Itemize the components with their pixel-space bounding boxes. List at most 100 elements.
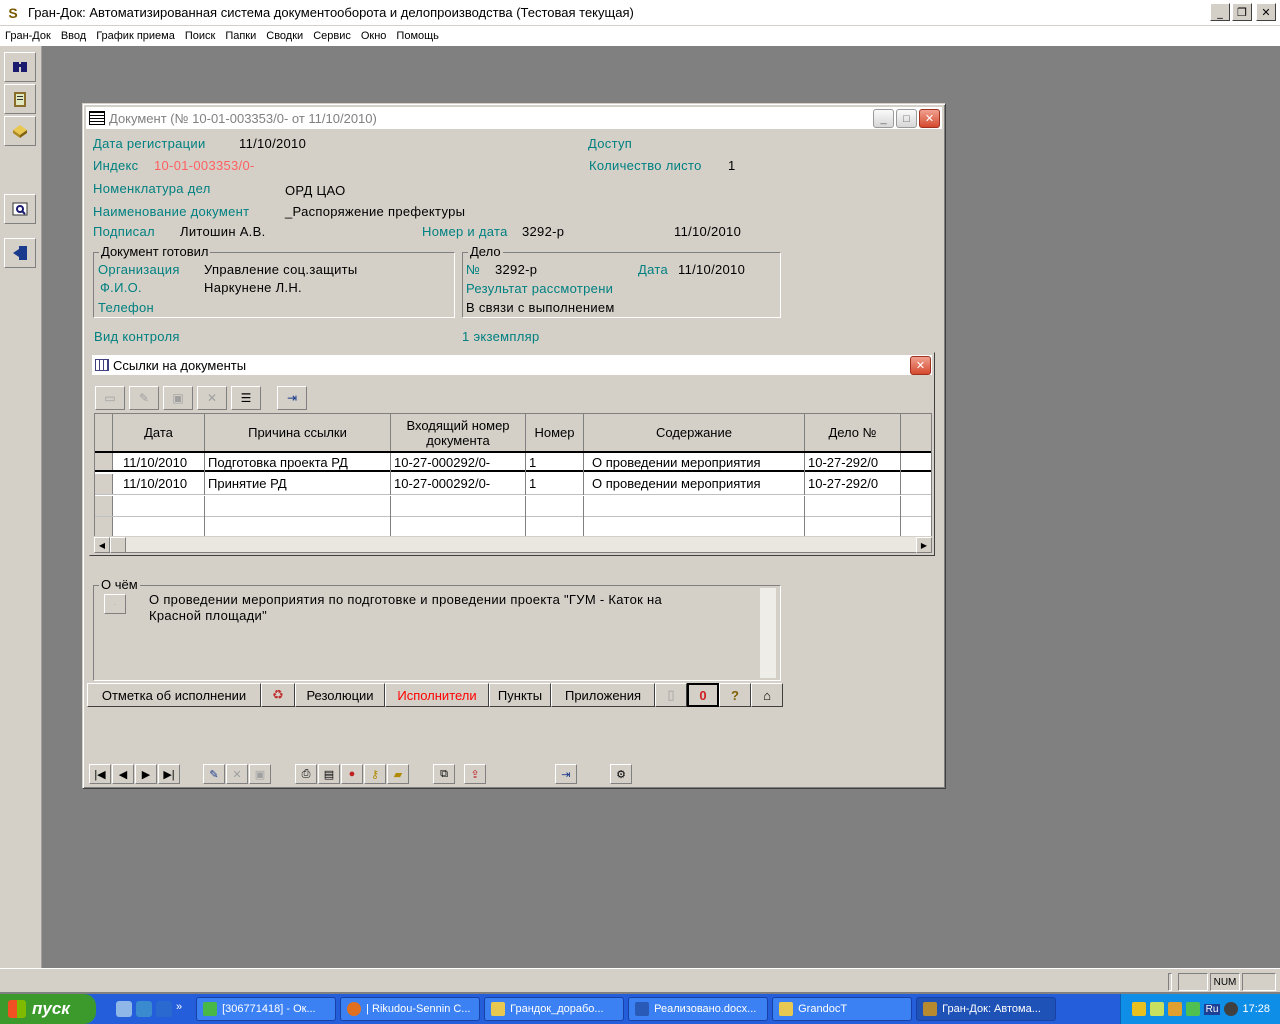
close-button[interactable]: ✕ <box>1256 3 1276 21</box>
desktop-icon[interactable] <box>116 1001 132 1017</box>
case-date-value[interactable]: 11/10/2010 <box>678 262 745 277</box>
task-button[interactable]: GrandocT <box>772 997 913 1021</box>
exit-button[interactable] <box>4 238 36 268</box>
task-button[interactable]: [306771418] - Ок... <box>196 997 337 1021</box>
user-button[interactable]: ● <box>341 764 363 784</box>
scroll-right-button[interactable]: ▶ <box>916 537 932 553</box>
add-link-button[interactable]: ▭ <box>95 386 125 410</box>
fio-value[interactable]: Наркунене Л.Н. <box>204 280 302 295</box>
about-edit-button[interactable]: · <box>104 594 126 614</box>
case-no-value[interactable]: 3292-р <box>495 262 537 277</box>
tab-items[interactable]: Пункты <box>489 683 551 707</box>
menu-window[interactable]: Окно <box>356 30 392 42</box>
tab-disabled-button[interactable]: ▯ <box>655 683 687 707</box>
menu-help[interactable]: Помощь <box>391 30 444 42</box>
column-header-case[interactable]: Дело № <box>805 414 901 452</box>
about-vertical-scrollbar[interactable] <box>760 588 776 678</box>
doc-minimize-button[interactable]: _ <box>873 109 894 128</box>
cancel-record-button[interactable]: ✕ <box>226 764 248 784</box>
about-text[interactable]: О проведении мероприятия по подготовке и… <box>149 592 709 624</box>
view-link-button[interactable]: ☰ <box>231 386 261 410</box>
tab-home-button[interactable]: ⌂ <box>751 683 783 707</box>
number-value[interactable]: 3292-р <box>522 224 564 239</box>
scroll-left-button[interactable]: ◀ <box>94 537 110 553</box>
reg-date-value[interactable]: 11/10/2010 <box>239 136 306 151</box>
last-record-button[interactable]: ▶| <box>158 764 180 784</box>
folders-button[interactable] <box>4 116 36 146</box>
tray-icon[interactable] <box>1185 1002 1200 1016</box>
signed-value[interactable]: Литошин А.В. <box>180 224 265 239</box>
menu-grandok[interactable]: Гран-Док <box>0 30 56 42</box>
date-value[interactable]: 11/10/2010 <box>674 224 741 239</box>
print-button[interactable]: ⎙ <box>295 764 317 784</box>
doc-close-button[interactable]: ✕ <box>919 109 940 128</box>
menu-input[interactable]: Ввод <box>56 30 91 42</box>
table-row[interactable]: 11/10/2010 Принятие РД 10-27-000292/0- 1… <box>95 474 931 495</box>
tab-clip-button[interactable]: 0 <box>687 683 719 707</box>
book-search-button[interactable] <box>4 194 36 224</box>
folder-button[interactable]: ▰ <box>387 764 409 784</box>
result-value[interactable]: В связи с выполнением <box>466 300 615 315</box>
export-button[interactable]: ⇪ <box>464 764 486 784</box>
print-card-button[interactable]: ▤ <box>318 764 340 784</box>
column-header-reason[interactable]: Причина ссылки <box>205 414 391 452</box>
prev-record-button[interactable]: ◀ <box>112 764 134 784</box>
save-link-button[interactable]: ▣ <box>163 386 193 410</box>
pages-value[interactable]: 1 <box>728 158 736 173</box>
column-header-number[interactable]: Номер <box>526 414 584 452</box>
first-record-button[interactable]: |◀ <box>89 764 111 784</box>
key-button[interactable]: ⚷ <box>364 764 386 784</box>
tray-icon[interactable] <box>1149 1002 1164 1016</box>
doc-name-value[interactable]: _Распоряжение префектуры <box>285 204 465 219</box>
tab-help-button[interactable]: ? <box>719 683 751 707</box>
tab-resolutions[interactable]: Резолюции <box>295 683 385 707</box>
task-button-active[interactable]: Гран-Док: Автома... <box>916 997 1057 1021</box>
explorer-icon[interactable] <box>136 1001 152 1017</box>
next-record-button[interactable]: ▶ <box>135 764 157 784</box>
restore-button[interactable]: ❐ <box>1232 3 1252 21</box>
column-header-date[interactable]: Дата <box>113 414 205 452</box>
tray-icon[interactable] <box>1224 1002 1239 1016</box>
delete-link-button[interactable]: ✕ <box>197 386 227 410</box>
links-close-button[interactable]: ✕ <box>910 356 931 375</box>
quick-launch-more-icon[interactable]: » <box>176 1001 182 1017</box>
org-value[interactable]: Управление соц.защиты <box>204 262 358 277</box>
start-button[interactable]: пуск <box>0 994 96 1024</box>
save-record-button[interactable]: ▣ <box>249 764 271 784</box>
tray-icon[interactable] <box>1167 1002 1182 1016</box>
table-row-empty[interactable] <box>95 517 931 538</box>
task-button[interactable]: Реализовано.docx... <box>628 997 769 1021</box>
doc-maximize-button[interactable]: □ <box>896 109 917 128</box>
language-indicator[interactable]: Ru <box>1203 1003 1221 1015</box>
binoculars-button[interactable] <box>4 52 36 82</box>
tab-recycle-button[interactable]: ♻ <box>261 683 295 707</box>
copy-button[interactable]: ⧉ <box>433 764 455 784</box>
settings-button[interactable]: ⚙ <box>610 764 632 784</box>
tab-execution-mark[interactable]: Отметка об исполнении <box>87 683 261 707</box>
scroll-thumb[interactable] <box>110 537 126 553</box>
edit-record-button[interactable]: ✎ <box>203 764 225 784</box>
menu-folders[interactable]: Папки <box>220 30 261 42</box>
tray-icon[interactable] <box>1131 1002 1146 1016</box>
column-header-incoming-number[interactable]: Входящий номер документа <box>391 414 526 452</box>
links-exit-button[interactable]: ⇥ <box>277 386 307 410</box>
nomenclature-value[interactable]: ОРД ЦАО <box>285 183 346 198</box>
edit-link-button[interactable]: ✎ <box>129 386 159 410</box>
clipboard-button[interactable] <box>4 84 36 114</box>
column-header-content[interactable]: Содержание <box>584 414 805 452</box>
tab-executors[interactable]: Исполнители <box>385 683 489 707</box>
menu-search[interactable]: Поиск <box>180 30 220 42</box>
ie-icon[interactable] <box>156 1001 172 1017</box>
tab-attachments[interactable]: Приложения <box>551 683 655 707</box>
menu-schedule[interactable]: График приема <box>91 30 180 42</box>
index-value[interactable]: 10-01-003353/0- <box>154 158 255 173</box>
nav-exit-button[interactable]: ⇥ <box>555 764 577 784</box>
task-button[interactable]: | Rikudou-Sennin C... <box>340 997 481 1021</box>
minimize-button[interactable]: _ <box>1210 3 1230 21</box>
menu-reports[interactable]: Сводки <box>261 30 308 42</box>
table-row-empty[interactable] <box>95 496 931 517</box>
grid-horizontal-scrollbar[interactable]: ◀ ▶ <box>94 536 932 553</box>
task-button[interactable]: Грандок_дорабо... <box>484 997 625 1021</box>
table-row[interactable]: 11/10/2010 Подготовка проекта РД 10-27-0… <box>95 451 931 474</box>
menu-service[interactable]: Сервис <box>308 30 356 42</box>
